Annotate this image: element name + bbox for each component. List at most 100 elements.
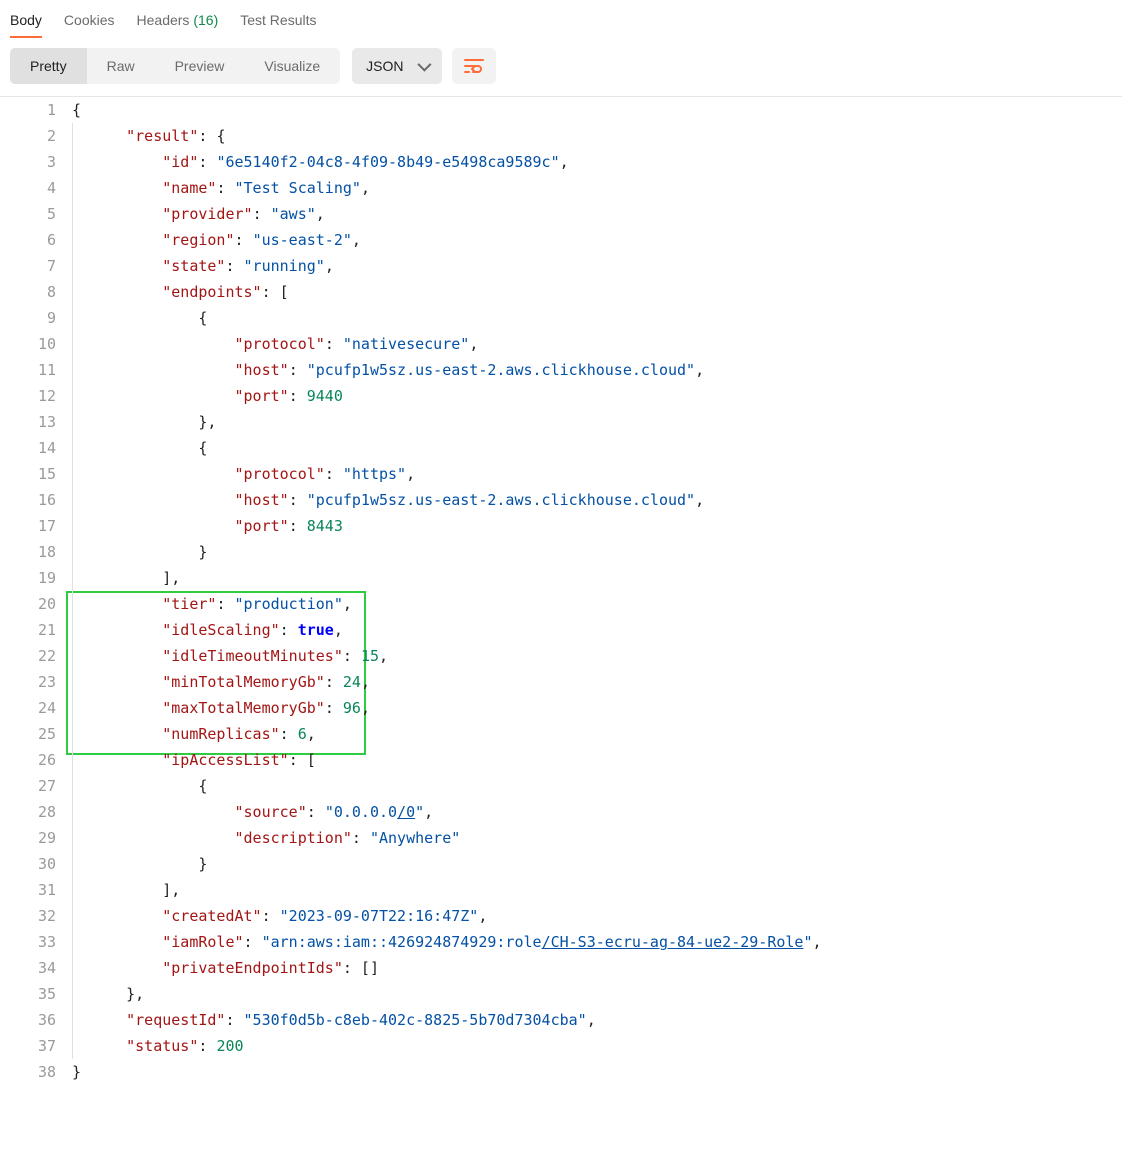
line-number: 25 bbox=[0, 721, 72, 747]
code-content: "maxTotalMemoryGb": 96, bbox=[72, 695, 1122, 721]
code-content: "name": "Test Scaling", bbox=[72, 175, 1122, 201]
line-number: 37 bbox=[0, 1033, 72, 1059]
code-content: ], bbox=[72, 565, 1122, 591]
view-pretty-button[interactable]: Pretty bbox=[10, 48, 87, 84]
line-number: 31 bbox=[0, 877, 72, 903]
code-content: "iamRole": "arn:aws:iam::426924874929:ro… bbox=[72, 929, 1122, 955]
response-controls: Pretty Raw Preview Visualize JSON bbox=[0, 38, 1122, 96]
code-line: 35 }, bbox=[0, 981, 1122, 1007]
line-number: 8 bbox=[0, 279, 72, 305]
code-line: 32 "createdAt": "2023-09-07T22:16:47Z", bbox=[0, 903, 1122, 929]
code-content: "result": { bbox=[72, 123, 1122, 149]
code-line: 9 { bbox=[0, 305, 1122, 331]
code-line: 3 "id": "6e5140f2-04c8-4f09-8b49-e5498ca… bbox=[0, 149, 1122, 175]
line-number: 28 bbox=[0, 799, 72, 825]
tab-cookies[interactable]: Cookies bbox=[64, 6, 115, 38]
tab-headers-label: Headers bbox=[137, 12, 190, 28]
response-tabs: Body Cookies Headers (16) Test Results bbox=[0, 0, 1122, 38]
response-body-code[interactable]: 1{2 "result": {3 "id": "6e5140f2-04c8-4f… bbox=[0, 96, 1122, 1085]
line-number: 27 bbox=[0, 773, 72, 799]
code-line: 10 "protocol": "nativesecure", bbox=[0, 331, 1122, 357]
code-content: { bbox=[72, 305, 1122, 331]
line-number: 21 bbox=[0, 617, 72, 643]
line-number: 5 bbox=[0, 201, 72, 227]
code-line: 21 "idleScaling": true, bbox=[0, 617, 1122, 643]
code-content: { bbox=[72, 773, 1122, 799]
wrap-lines-button[interactable] bbox=[452, 48, 496, 84]
code-line: 17 "port": 8443 bbox=[0, 513, 1122, 539]
code-content: "region": "us-east-2", bbox=[72, 227, 1122, 253]
line-number: 3 bbox=[0, 149, 72, 175]
line-number: 24 bbox=[0, 695, 72, 721]
tab-headers[interactable]: Headers (16) bbox=[137, 6, 219, 38]
line-number: 17 bbox=[0, 513, 72, 539]
tab-test-results[interactable]: Test Results bbox=[240, 6, 316, 38]
line-number: 7 bbox=[0, 253, 72, 279]
view-raw-button[interactable]: Raw bbox=[87, 48, 155, 84]
code-line: 18 } bbox=[0, 539, 1122, 565]
format-dropdown[interactable]: JSON bbox=[352, 48, 441, 84]
code-content: "createdAt": "2023-09-07T22:16:47Z", bbox=[72, 903, 1122, 929]
code-content: "endpoints": [ bbox=[72, 279, 1122, 305]
line-number: 26 bbox=[0, 747, 72, 773]
line-number: 13 bbox=[0, 409, 72, 435]
code-line: 16 "host": "pcufp1w5sz.us-east-2.aws.cli… bbox=[0, 487, 1122, 513]
code-content: "description": "Anywhere" bbox=[72, 825, 1122, 851]
line-number: 22 bbox=[0, 643, 72, 669]
code-content: { bbox=[72, 97, 1122, 123]
code-line: 7 "state": "running", bbox=[0, 253, 1122, 279]
code-line: 4 "name": "Test Scaling", bbox=[0, 175, 1122, 201]
code-content: "state": "running", bbox=[72, 253, 1122, 279]
code-line: 14 { bbox=[0, 435, 1122, 461]
code-content: "port": 8443 bbox=[72, 513, 1122, 539]
code-line: 27 { bbox=[0, 773, 1122, 799]
code-content: "tier": "production", bbox=[72, 591, 1122, 617]
code-content: }, bbox=[72, 409, 1122, 435]
code-content: "protocol": "https", bbox=[72, 461, 1122, 487]
code-content: "privateEndpointIds": [] bbox=[72, 955, 1122, 981]
code-line: 34 "privateEndpointIds": [] bbox=[0, 955, 1122, 981]
code-line: 22 "idleTimeoutMinutes": 15, bbox=[0, 643, 1122, 669]
line-number: 29 bbox=[0, 825, 72, 851]
code-line: 31 ], bbox=[0, 877, 1122, 903]
code-line: 5 "provider": "aws", bbox=[0, 201, 1122, 227]
wrap-icon bbox=[464, 58, 484, 74]
code-line: 38} bbox=[0, 1059, 1122, 1085]
code-line: 23 "minTotalMemoryGb": 24, bbox=[0, 669, 1122, 695]
line-number: 16 bbox=[0, 487, 72, 513]
line-number: 2 bbox=[0, 123, 72, 149]
tab-body[interactable]: Body bbox=[10, 6, 42, 38]
line-number: 34 bbox=[0, 955, 72, 981]
code-content: } bbox=[72, 1059, 1122, 1085]
code-line: 12 "port": 9440 bbox=[0, 383, 1122, 409]
line-number: 38 bbox=[0, 1059, 72, 1085]
code-content: }, bbox=[72, 981, 1122, 1007]
code-content: "ipAccessList": [ bbox=[72, 747, 1122, 773]
code-line: 33 "iamRole": "arn:aws:iam::426924874929… bbox=[0, 929, 1122, 955]
code-line: 20 "tier": "production", bbox=[0, 591, 1122, 617]
code-line: 19 ], bbox=[0, 565, 1122, 591]
view-preview-button[interactable]: Preview bbox=[155, 48, 245, 84]
code-line: 1{ bbox=[0, 97, 1122, 123]
line-number: 35 bbox=[0, 981, 72, 1007]
line-number: 18 bbox=[0, 539, 72, 565]
line-number: 20 bbox=[0, 591, 72, 617]
code-line: 26 "ipAccessList": [ bbox=[0, 747, 1122, 773]
code-line: 13 }, bbox=[0, 409, 1122, 435]
code-content: "requestId": "530f0d5b-c8eb-402c-8825-5b… bbox=[72, 1007, 1122, 1033]
line-number: 9 bbox=[0, 305, 72, 331]
line-number: 11 bbox=[0, 357, 72, 383]
view-visualize-button[interactable]: Visualize bbox=[244, 48, 340, 84]
code-line: 11 "host": "pcufp1w5sz.us-east-2.aws.cli… bbox=[0, 357, 1122, 383]
line-number: 30 bbox=[0, 851, 72, 877]
code-line: 28 "source": "0.0.0.0/0", bbox=[0, 799, 1122, 825]
code-content: "status": 200 bbox=[72, 1033, 1122, 1059]
line-number: 10 bbox=[0, 331, 72, 357]
code-content: "source": "0.0.0.0/0", bbox=[72, 799, 1122, 825]
tab-headers-count: (16) bbox=[193, 12, 218, 28]
code-line: 8 "endpoints": [ bbox=[0, 279, 1122, 305]
line-number: 33 bbox=[0, 929, 72, 955]
code-content: "idleScaling": true, bbox=[72, 617, 1122, 643]
code-line: 25 "numReplicas": 6, bbox=[0, 721, 1122, 747]
line-number: 14 bbox=[0, 435, 72, 461]
